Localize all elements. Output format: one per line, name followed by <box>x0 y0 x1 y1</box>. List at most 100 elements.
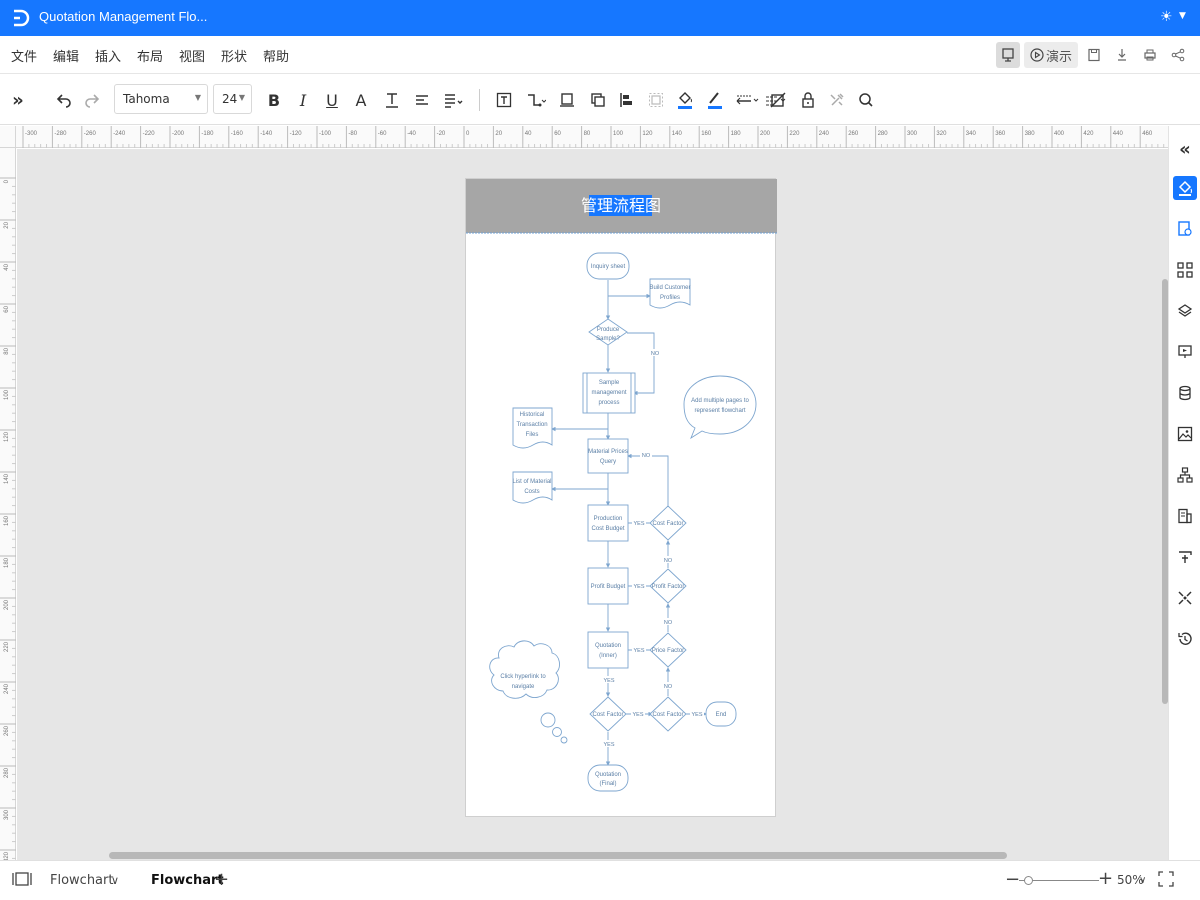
ruler-label: -40 <box>407 131 416 137</box>
chevron-down-icon[interactable]: ▼ <box>1179 11 1186 21</box>
menu-edit[interactable]: 编辑 <box>53 46 79 65</box>
connector-icon[interactable] <box>524 87 548 113</box>
group-icon[interactable] <box>645 87 667 113</box>
ruler-label: 200 <box>760 131 771 137</box>
zoom-in-icon[interactable]: + <box>1098 868 1113 889</box>
page-settings-icon[interactable] <box>1173 217 1197 241</box>
node-build-customer-profiles[interactable] <box>649 278 691 309</box>
edge-label-yes: YES <box>633 521 644 527</box>
node-text: Price Factor <box>652 648 684 654</box>
data-icon[interactable] <box>1173 381 1197 405</box>
line-spacing-icon[interactable] <box>441 87 465 113</box>
fill-icon[interactable] <box>1173 176 1197 200</box>
node-material-prices-query[interactable] <box>587 438 629 474</box>
shadow-icon[interactable] <box>768 87 788 113</box>
format-icon[interactable] <box>1173 545 1197 569</box>
present-button[interactable]: 演示 <box>1023 42 1078 68</box>
chevron-down-icon[interactable]: ∨ <box>111 874 119 887</box>
fill-icon[interactable] <box>674 87 696 113</box>
redo-icon[interactable] <box>82 87 102 113</box>
menu-file[interactable]: 文件 <box>11 46 37 65</box>
menu-right-actions: 演示 <box>995 41 1190 69</box>
callout-speech-bubble[interactable] <box>683 375 757 440</box>
save-icon[interactable] <box>1082 42 1106 68</box>
chevron-down-icon[interactable]: ∨ <box>1139 875 1146 886</box>
node-quotation-inner[interactable] <box>587 631 629 669</box>
align-icon[interactable] <box>411 87 433 113</box>
line-style-icon[interactable] <box>734 87 760 113</box>
vertical-ruler[interactable]: 0 20 40 60 80 100 120 140 160 180 200 220 240 260 280 3… <box>0 148 16 885</box>
node-text: (Final) <box>599 781 616 787</box>
ruler-label: 120 <box>4 431 10 442</box>
expand-icon[interactable]: » <box>8 87 28 113</box>
lock-icon[interactable] <box>798 87 818 113</box>
page-list-dropdown[interactable]: Flowchart <box>50 873 113 888</box>
ruler-label: 20 <box>495 131 502 137</box>
tab-flowchart[interactable]: Flowchart <box>151 873 224 888</box>
ruler-label: 380 <box>1025 131 1036 137</box>
align-objects-icon[interactable] <box>616 87 638 113</box>
search-icon[interactable] <box>856 87 876 113</box>
shapes-icon[interactable] <box>1173 258 1197 282</box>
presentation-icon[interactable] <box>1173 340 1197 364</box>
menu-layout[interactable]: 布局 <box>137 46 163 65</box>
app-logo-icon[interactable] <box>10 8 30 28</box>
layers-icon[interactable] <box>1173 299 1197 323</box>
ruler-label: 160 <box>701 131 712 137</box>
add-page-icon[interactable]: + <box>214 869 229 890</box>
image-icon[interactable] <box>1173 422 1197 446</box>
org-chart-icon[interactable] <box>1173 463 1197 487</box>
bold-icon[interactable]: B <box>265 87 283 113</box>
text-box-icon[interactable] <box>493 87 515 113</box>
ruler-label: 80 <box>4 347 10 354</box>
present-label: 演示 <box>1045 49 1072 65</box>
diagram-page[interactable]: 管理流程图 Inquiry sheet Build Customer Profi… <box>465 178 777 817</box>
underline-icon[interactable]: U <box>323 87 341 113</box>
font-size-select[interactable]: 24 ▼ <box>213 84 252 114</box>
menu-insert[interactable]: 插入 <box>95 46 121 65</box>
undo-icon[interactable] <box>54 87 74 113</box>
ruler-label: 280 <box>878 131 889 137</box>
connect-icon[interactable] <box>1173 586 1197 610</box>
ruler-label: -160 <box>231 131 244 137</box>
ruler-label: 440 <box>1113 131 1124 137</box>
horizontal-scrollbar[interactable] <box>17 851 1168 860</box>
print-icon[interactable] <box>1138 42 1162 68</box>
text-style-icon[interactable] <box>381 87 403 113</box>
horizontal-ruler[interactable]: -300 -280 -260 -240 -220 -200 -180 -160 -140 -120… <box>16 126 1168 148</box>
node-material-costs-list[interactable] <box>512 471 553 504</box>
download-icon[interactable] <box>1110 42 1134 68</box>
ruler-label: 60 <box>554 131 561 137</box>
connector[interactable] <box>627 453 669 506</box>
cloud-text: navigate <box>512 684 535 690</box>
zoom-out-icon[interactable]: − <box>1005 869 1020 890</box>
share-icon[interactable] <box>1166 42 1190 68</box>
node-text: Build Customer <box>649 285 690 291</box>
layout-icon[interactable] <box>1173 504 1197 528</box>
collapse-icon[interactable]: « <box>1173 137 1197 161</box>
tools-icon[interactable] <box>827 87 847 113</box>
zoom-slider-handle[interactable] <box>1024 876 1033 885</box>
chevron-down-icon: ▼ <box>238 93 245 102</box>
send-back-icon[interactable] <box>587 87 609 113</box>
italic-icon[interactable]: I <box>294 87 312 113</box>
menu-view[interactable]: 视图 <box>179 46 205 65</box>
history-icon[interactable] <box>1173 627 1197 651</box>
font-family-select[interactable]: Tahoma ▼ <box>114 84 208 114</box>
presentation-mode-icon[interactable] <box>995 42 1020 68</box>
ruler-label: 280 <box>4 767 10 778</box>
node-production-cost-budget[interactable] <box>587 504 629 542</box>
fullscreen-icon[interactable] <box>1158 871 1174 891</box>
diagram-header-title[interactable]: 管理流程图 <box>581 196 661 215</box>
edge-label-no: NO <box>651 351 660 357</box>
sun-icon[interactable]: ☀ <box>1160 9 1173 25</box>
menu-shape[interactable]: 形状 <box>221 46 247 65</box>
page-view-icon[interactable] <box>12 871 32 891</box>
menu-help[interactable]: 帮助 <box>263 46 289 65</box>
font-color-icon[interactable]: A <box>352 87 370 113</box>
node-quotation-final[interactable] <box>587 764 629 792</box>
callout-text: Add multiple pages to <box>691 398 749 404</box>
horizontal-scroll-thumb[interactable] <box>109 852 1007 859</box>
bring-front-icon[interactable] <box>556 87 578 113</box>
line-color-icon[interactable] <box>704 87 726 113</box>
